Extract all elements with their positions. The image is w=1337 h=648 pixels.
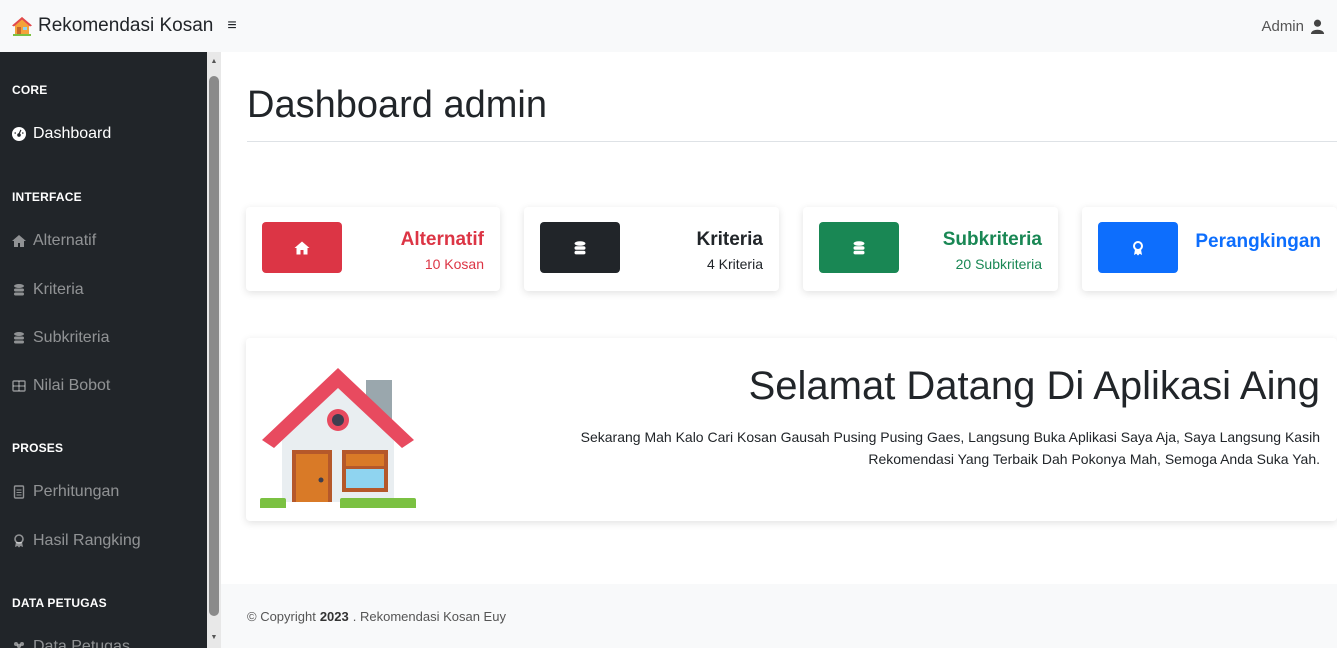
- sidebar-item-label: Kriteria: [33, 281, 84, 298]
- tachometer-icon: [12, 127, 26, 141]
- sidebar-item-kriteria[interactable]: Kriteria: [12, 281, 84, 299]
- scroll-down-arrow-icon[interactable]: ▼: [209, 634, 219, 641]
- copyright-suffix: . Rekomendasi Kosan Euy: [352, 608, 506, 624]
- card-count: 4 Kriteria: [706, 256, 763, 272]
- sidebar-item-label: Hasil Rangking: [33, 532, 141, 549]
- sidebar-item-hasil-rangking[interactable]: Hasil Rangking: [12, 532, 141, 550]
- sidebar-item-subkriteria[interactable]: Subkriteria: [12, 329, 109, 347]
- hamburger-icon[interactable]: ≡: [227, 17, 236, 35]
- sidebar-heading-proses: PROSES: [12, 441, 64, 455]
- database-icon: [853, 240, 865, 254]
- users-icon: [12, 640, 26, 648]
- card-perangkingan: Perangkingan: [1082, 207, 1337, 291]
- sidebar-item-label: Subkriteria: [33, 329, 110, 346]
- card-title: Perangkingan: [1195, 231, 1321, 252]
- sidebar-item-data-petugas[interactable]: Data Petugas: [12, 638, 130, 648]
- card-subkriteria: Subkriteria 20 Subkriteria: [803, 207, 1058, 291]
- card-alternatif: Alternatif 10 Kosan: [246, 207, 500, 291]
- home-icon: [294, 241, 310, 254]
- database-icon: [12, 283, 26, 297]
- sidebar-heading-interface: INTERFACE: [12, 190, 82, 204]
- copyright-prefix: © Copyright: [247, 608, 316, 624]
- sidebar-heading-data-petugas: DATA PETUGAS: [12, 596, 107, 610]
- user-name: Admin: [1261, 17, 1304, 35]
- card-title: Subkriteria: [942, 229, 1042, 250]
- main-content: Dashboard admin Alternatif 10 Kosan Krit…: [221, 52, 1337, 648]
- sidebar-item-label: Dashboard: [33, 125, 112, 142]
- welcome-title: Selamat Datang Di Aplikasi Aing: [748, 364, 1320, 408]
- footer: © Copyright 2023 . Rekomendasi Kosan Euy: [221, 584, 1337, 648]
- sidebar-item-perhitungan[interactable]: Perhitungan: [12, 483, 119, 501]
- perangkingan-button[interactable]: [1098, 222, 1178, 273]
- welcome-panel: Selamat Datang Di Aplikasi Aing Sekarang…: [246, 338, 1337, 521]
- award-icon: [1133, 240, 1143, 255]
- kriteria-button[interactable]: [540, 222, 620, 273]
- sidebar-item-alternatif[interactable]: Alternatif: [12, 232, 96, 250]
- title-divider: [247, 141, 1337, 142]
- house-illustration: [260, 368, 416, 508]
- user-icon: [1310, 19, 1325, 34]
- file-icon: [12, 485, 26, 499]
- card-title: Kriteria: [696, 229, 763, 250]
- copyright-year: 2023: [319, 608, 349, 624]
- card-title: Alternatif: [400, 229, 484, 250]
- welcome-text: Sekarang Mah Kalo Cari Kosan Gausah Pusi…: [580, 429, 1320, 467]
- alternatif-button[interactable]: [262, 222, 342, 273]
- card-kriteria: Kriteria 4 Kriteria: [524, 207, 779, 291]
- sidebar-scrollbar-thumb[interactable]: [209, 76, 219, 616]
- table-icon: [12, 379, 26, 393]
- sidebar: CORE Dashboard INTERFACE Alternatif Krit…: [0, 52, 221, 648]
- brand-text: Rekomendasi Kosan: [38, 15, 214, 36]
- sidebar-item-label: Data Petugas: [33, 638, 130, 648]
- sidebar-item-label: Alternatif: [33, 232, 97, 249]
- top-navbar: Rekomendasi Kosan ≡ Admin: [0, 0, 1337, 52]
- award-icon: [12, 534, 26, 548]
- card-count: 10 Kosan: [424, 256, 484, 272]
- card-count: 20 Subkriteria: [955, 256, 1042, 272]
- sidebar-item-nilai-bobot[interactable]: Nilai Bobot: [12, 377, 110, 395]
- scroll-up-arrow-icon[interactable]: ▲: [209, 58, 219, 65]
- sidebar-item-label: Perhitungan: [33, 483, 120, 500]
- user-menu[interactable]: Admin: [1261, 0, 1325, 52]
- page-title: Dashboard admin: [247, 84, 547, 126]
- house-icon: [12, 17, 32, 36]
- database-icon: [12, 331, 26, 345]
- brand-link[interactable]: Rekomendasi Kosan: [12, 15, 213, 37]
- database-icon: [574, 240, 586, 254]
- sidebar-item-label: Nilai Bobot: [33, 377, 111, 394]
- sidebar-item-dashboard[interactable]: Dashboard: [12, 125, 111, 143]
- sidebar-heading-core: CORE: [12, 83, 48, 97]
- home-icon: [12, 234, 26, 248]
- subkriteria-button[interactable]: [819, 222, 899, 273]
